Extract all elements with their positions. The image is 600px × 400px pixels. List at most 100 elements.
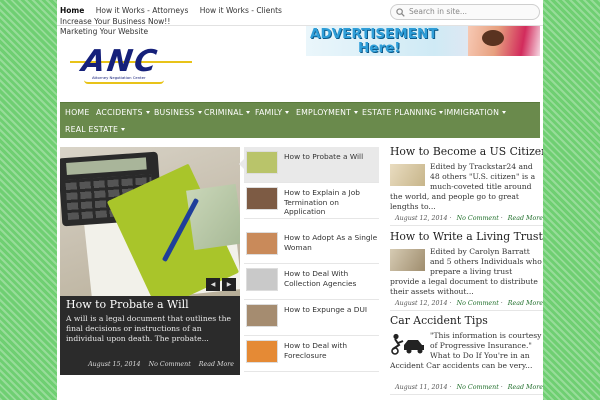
- slider-list-thumbnail: [246, 187, 278, 210]
- article-excerpt: Edited by Carolyn Barratt and 5 others I…: [390, 247, 543, 297]
- nav-accidents[interactable]: ACCIDENTS: [96, 108, 150, 117]
- slider-list-title: How to Expunge a DUI: [284, 305, 368, 314]
- slider-list-title: How to Adopt As a Single Woman: [284, 233, 378, 252]
- slider-list-item[interactable]: How to Expunge a DUI: [244, 300, 379, 336]
- advertisement-banner[interactable]: ADVERTISEMENT Here!: [306, 26, 540, 56]
- chevron-down-icon: [285, 111, 290, 114]
- search-icon: [396, 8, 405, 17]
- article-divider: [390, 310, 543, 311]
- slider-next-button[interactable]: ▶: [222, 278, 236, 291]
- featured-image[interactable]: ◀ ▶: [60, 147, 240, 296]
- article-excerpt: "This information is courtesy of Progres…: [390, 331, 543, 381]
- main-nav: HOME ACCIDENTS BUSINESS CRIMINAL FAMILY …: [60, 102, 540, 138]
- nav-business-label: BUSINESS: [154, 108, 195, 117]
- slider-list-title: How to Explain a Job Termination on Appl…: [284, 188, 360, 216]
- chevron-down-icon: [246, 111, 251, 114]
- arrow-left-icon: ◀: [210, 281, 216, 288]
- chevron-down-icon: [354, 111, 359, 114]
- chevron-down-icon: [502, 111, 507, 114]
- slider-list-title: How to Probate a Will: [284, 152, 364, 161]
- nav-business[interactable]: BUSINESS: [154, 108, 202, 117]
- slider-list-item[interactable]: How to Deal with Foreclosure: [244, 336, 379, 372]
- article-read-more-link[interactable]: Read More: [508, 215, 543, 222]
- chevron-down-icon: [121, 128, 126, 131]
- article-date: August 11, 2014: [395, 384, 448, 391]
- slider-list-item[interactable]: How to Explain a Job Termination on Appl…: [244, 183, 379, 219]
- nav-estate-planning[interactable]: ESTATE PLANNING: [362, 108, 444, 117]
- article-comments-link[interactable]: No Comment: [457, 384, 499, 391]
- nav-home[interactable]: HOME: [65, 108, 89, 117]
- article-meta: August 12, 2014 · No Comment · Read More: [395, 300, 543, 307]
- article-thumbnail[interactable]: [390, 249, 425, 271]
- top-nav-marketing[interactable]: Marketing Your Website: [60, 27, 148, 36]
- slider-list-thumbnail: [246, 232, 278, 255]
- nav-immigration-label: IMMIGRATION: [444, 108, 500, 117]
- article-divider: [390, 225, 543, 226]
- chevron-down-icon: [439, 111, 444, 114]
- ad-text: ADVERTISEMENT Here!: [310, 27, 437, 55]
- nav-employment[interactable]: EMPLOYMENT: [296, 108, 359, 117]
- article-thumbnail[interactable]: [390, 164, 425, 186]
- article-title[interactable]: How to Become a US Citizen: [390, 145, 543, 158]
- money-shape: [186, 183, 240, 251]
- ad-photo: [468, 26, 540, 56]
- article-comments-link[interactable]: No Comment: [457, 215, 499, 222]
- featured-excerpt: A will is a legal document that outlines…: [66, 314, 231, 343]
- featured-comments-link[interactable]: No Comment: [149, 361, 191, 368]
- site-logo[interactable]: ANC Attorney Negotiation Center: [70, 44, 195, 85]
- featured-slider[interactable]: ◀ ▶ How to Probate a Will A will is a le…: [60, 147, 240, 375]
- article-comments-link[interactable]: No Comment: [457, 300, 499, 307]
- featured-read-more-link[interactable]: Read More: [199, 361, 234, 368]
- nav-real-estate[interactable]: REAL ESTATE: [65, 125, 126, 134]
- article-meta: August 12, 2014 · No Comment · Read More: [395, 215, 543, 222]
- nav-family[interactable]: FAMILY: [255, 108, 290, 117]
- search-input[interactable]: Search in site...: [390, 4, 540, 20]
- article-title[interactable]: How to Write a Living Trust: [390, 230, 543, 243]
- nav-criminal-label: CRIMINAL: [204, 108, 244, 117]
- nav-family-label: FAMILY: [255, 108, 283, 117]
- article-meta: August 11, 2014 · No Comment · Read More: [395, 384, 543, 391]
- top-nav-clients[interactable]: How it Works - Clients: [200, 6, 282, 15]
- slider-prev-button[interactable]: ◀: [206, 278, 220, 291]
- featured-meta: August 15, 2014 No Comment Read More: [82, 361, 234, 368]
- slider-list-title: How to Deal With Collection Agencies: [284, 269, 357, 288]
- car-accident-icon[interactable]: [390, 333, 425, 355]
- slider-list-item[interactable]: How to Adopt As a Single Woman: [244, 228, 379, 264]
- article-card: Car Accident Tips "This information is c…: [390, 314, 543, 395]
- article-divider: [390, 394, 543, 395]
- ad-line2: Here!: [358, 40, 401, 56]
- nav-employment-label: EMPLOYMENT: [296, 108, 352, 117]
- featured-date: August 15, 2014: [88, 361, 141, 368]
- slider-list-thumbnail: [246, 340, 278, 363]
- article-date: August 12, 2014: [395, 300, 448, 307]
- logo-swoosh: [84, 80, 164, 84]
- nav-home-label: HOME: [65, 108, 90, 117]
- calculator-screen: [66, 157, 147, 175]
- chevron-down-icon: [145, 111, 150, 114]
- slider-list-title: How to Deal with Foreclosure: [284, 341, 348, 360]
- nav-estate-planning-label: ESTATE PLANNING: [362, 108, 437, 117]
- nav-immigration[interactable]: IMMIGRATION: [444, 108, 507, 117]
- article-read-more-link[interactable]: Read More: [508, 300, 543, 307]
- article-card: How to Become a US Citizen Edited by Tra…: [390, 145, 543, 226]
- slider-list-item[interactable]: How to Probate a Will: [239, 147, 379, 183]
- arrow-right-icon: ▶: [226, 281, 232, 288]
- slider-list-thumbnail: [246, 151, 278, 174]
- chevron-down-icon: [197, 111, 202, 114]
- nav-criminal[interactable]: CRIMINAL: [204, 108, 251, 117]
- slider-list-thumbnail: [246, 304, 278, 327]
- article-read-more-link[interactable]: Read More: [508, 384, 543, 391]
- article-excerpt: Edited by Trackstar24 and 48 others "U.S…: [390, 162, 543, 212]
- top-nav-attorneys[interactable]: How it Works - Attorneys: [96, 6, 189, 15]
- top-nav-home[interactable]: Home: [60, 6, 84, 15]
- search-placeholder: Search in site...: [409, 7, 468, 16]
- nav-real-estate-label: REAL ESTATE: [65, 125, 119, 134]
- page: Home How it Works - Attorneys How it Wor…: [57, 0, 543, 400]
- slider-list-item[interactable]: How to Deal With Collection Agencies: [244, 264, 379, 300]
- nav-accidents-label: ACCIDENTS: [96, 108, 143, 117]
- slider-list-thumbnail: [246, 268, 278, 291]
- article-title[interactable]: Car Accident Tips: [390, 314, 543, 327]
- article-date: August 12, 2014: [395, 215, 448, 222]
- featured-title[interactable]: How to Probate a Will: [66, 298, 189, 311]
- logo-text: ANC: [79, 44, 161, 79]
